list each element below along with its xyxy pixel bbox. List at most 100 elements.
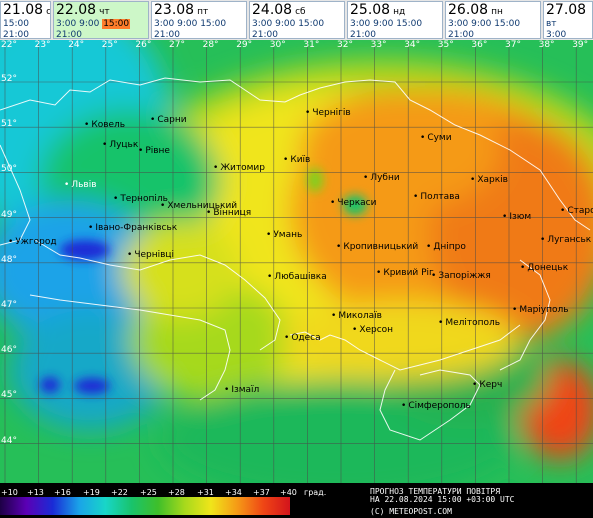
hour-link[interactable]: 15:00 bbox=[200, 19, 226, 29]
day-tab-22-08[interactable]: 22.08 чт 3:00 9:00 15:00 21:00 bbox=[53, 1, 149, 39]
legend-label: +10 bbox=[1, 488, 18, 497]
latitude-label: 49° bbox=[1, 209, 17, 220]
day-tab-24-08[interactable]: 24.08 сб 3:00 9:00 15:00 21:00 bbox=[249, 1, 345, 39]
longitude-label: 29° bbox=[236, 40, 253, 50]
day-tab-25-08[interactable]: 25.08 нд 3:00 9:00 15:00 21:00 bbox=[347, 1, 443, 39]
city-label: Луцьк bbox=[102, 140, 138, 150]
day-date: 21.08ср bbox=[3, 2, 51, 18]
hour-link[interactable]: 21:00 bbox=[252, 30, 278, 38]
city-label: Житомир bbox=[213, 163, 265, 173]
day-tab-26-08[interactable]: 26.08 пн 3:00 9:00 15:00 21:00 bbox=[445, 1, 541, 39]
city-label: Старобільськ bbox=[560, 206, 593, 216]
day-date: 22.08 чт bbox=[56, 2, 110, 18]
legend-label: +40 bbox=[280, 488, 297, 497]
city-label: Суми bbox=[420, 133, 451, 143]
hour-link[interactable]: 9:00 bbox=[373, 19, 393, 29]
longitude-label: 35° bbox=[437, 40, 454, 50]
city-label: Кривий Ріг bbox=[376, 268, 433, 278]
hour-link[interactable]: 3:00 bbox=[252, 19, 272, 29]
copyright-link[interactable]: (C) METEOPOST.COM bbox=[370, 507, 452, 516]
city-label: Львів bbox=[64, 180, 96, 190]
longitude-label: 31° bbox=[303, 40, 320, 50]
city-label: Керч bbox=[472, 380, 502, 390]
latitude-label: 44° bbox=[1, 435, 17, 446]
hour-link[interactable]: 9:00 bbox=[177, 19, 197, 29]
hour-link[interactable]: 9:00 bbox=[275, 19, 295, 29]
hour-link[interactable]: 15:00 bbox=[396, 19, 422, 29]
city-label: Одеса bbox=[284, 333, 320, 343]
legend-label: +25 bbox=[140, 488, 157, 497]
city-label: Ізмаїл bbox=[224, 385, 259, 395]
city-label: Ужгород bbox=[8, 237, 56, 247]
latitude-label: 50° bbox=[1, 164, 17, 175]
hour-link[interactable]: 15:00 bbox=[3, 19, 29, 29]
longitude-label: 25° bbox=[101, 40, 118, 50]
city-label: Лубни bbox=[363, 173, 399, 183]
longitude-label: 30° bbox=[269, 40, 286, 50]
city-label: Дніпро bbox=[426, 242, 466, 252]
hour-link[interactable]: 21:00 bbox=[154, 30, 180, 38]
hour-link[interactable]: 15:00 bbox=[298, 19, 324, 29]
city-label: Любашівка bbox=[267, 272, 326, 282]
hour-link[interactable]: 3:00 bbox=[448, 19, 468, 29]
day-tab-23-08[interactable]: 23.08 пт 3:00 9:00 15:00 21:00 bbox=[151, 1, 247, 39]
city-label: Рівне bbox=[138, 146, 170, 156]
hour-link[interactable]: 21:00 bbox=[448, 30, 474, 38]
legend-label: +37 bbox=[253, 488, 270, 497]
legend-label: +13 bbox=[27, 488, 44, 497]
city-label: Сарни bbox=[150, 115, 186, 125]
longitude-label: 22° bbox=[1, 40, 17, 50]
day-tab-27-08[interactable]: 27.08 вт 3:00 bbox=[543, 1, 593, 39]
day-tab-21-08[interactable]: 21.08ср 15:00 21:00 bbox=[0, 1, 51, 39]
date-tabs-bar: 21.08ср 15:00 21:00 22.08чт 3:00 9:00 15… bbox=[0, 0, 593, 40]
hour-link[interactable]: 21:00 bbox=[350, 30, 376, 38]
latitude-label: 48° bbox=[1, 254, 17, 265]
legend-label: +31 bbox=[197, 488, 214, 497]
selected-hour[interactable]: 15:00 bbox=[102, 19, 131, 29]
hour-link[interactable]: 21:00 bbox=[3, 30, 29, 38]
longitude-label: 24° bbox=[68, 40, 85, 50]
city-label: Умань bbox=[266, 230, 302, 240]
day-date: 25.08 нд bbox=[350, 2, 406, 18]
city-label: Кропивницький bbox=[336, 242, 418, 252]
forecast-datetime: НА 22.08.2024 15:00 +03:00 UTC bbox=[370, 495, 515, 504]
city-label: Сімферополь bbox=[401, 401, 470, 411]
city-label: Донецьк bbox=[520, 263, 568, 273]
day-dow: вт bbox=[546, 19, 557, 29]
longitude-label: 28° bbox=[202, 40, 219, 50]
hour-link[interactable]: 21:00 bbox=[56, 30, 82, 38]
hour-link[interactable]: 3:00 bbox=[154, 19, 174, 29]
legend-unit: град. bbox=[304, 488, 327, 497]
latitude-label: 45° bbox=[1, 390, 17, 401]
hour-link[interactable]: 3:00 bbox=[350, 19, 370, 29]
longitude-label: 39° bbox=[572, 40, 589, 50]
temperature-map[interactable]: 22° 23° 24° 25° 26° 27° 28° 29° 30° 31° 32° 33° 34° 3… bbox=[0, 40, 593, 483]
hour-link[interactable]: 15:00 bbox=[494, 19, 520, 29]
latitude-label: 51° bbox=[1, 119, 17, 130]
city-label: Луганськ bbox=[540, 235, 591, 245]
temperature-scale-bar bbox=[0, 497, 290, 515]
longitude-label: 36° bbox=[471, 40, 488, 50]
city-label: Херсон bbox=[352, 325, 393, 335]
city-label: Київ bbox=[283, 155, 310, 165]
city-label: Ізюм bbox=[502, 212, 531, 222]
legend-label: +34 bbox=[225, 488, 242, 497]
longitude-label: 34° bbox=[404, 40, 421, 50]
day-date: 24.08 сб bbox=[252, 2, 306, 18]
hour-link[interactable]: 9:00 bbox=[471, 19, 491, 29]
hour-link[interactable]: 9:00 bbox=[79, 19, 99, 29]
city-label: Чернігів bbox=[305, 108, 350, 118]
city-label: Чернівці bbox=[127, 250, 174, 260]
longitude-label: 33° bbox=[370, 40, 387, 50]
city-label: Маріуполь bbox=[512, 305, 568, 315]
hour-link[interactable]: 3:00 bbox=[56, 19, 76, 29]
city-label: Ковель bbox=[84, 120, 125, 130]
longitude-label: 27° bbox=[169, 40, 185, 50]
latitude-label: 52° bbox=[1, 74, 17, 84]
longitude-label: 26° bbox=[135, 40, 152, 50]
city-label: Запоріжжя bbox=[431, 271, 491, 281]
temperature-field bbox=[0, 40, 593, 483]
day-date: 27.08 bbox=[546, 2, 587, 18]
legend-label: +19 bbox=[83, 488, 100, 497]
hour-link[interactable]: 3:00 bbox=[546, 30, 566, 38]
